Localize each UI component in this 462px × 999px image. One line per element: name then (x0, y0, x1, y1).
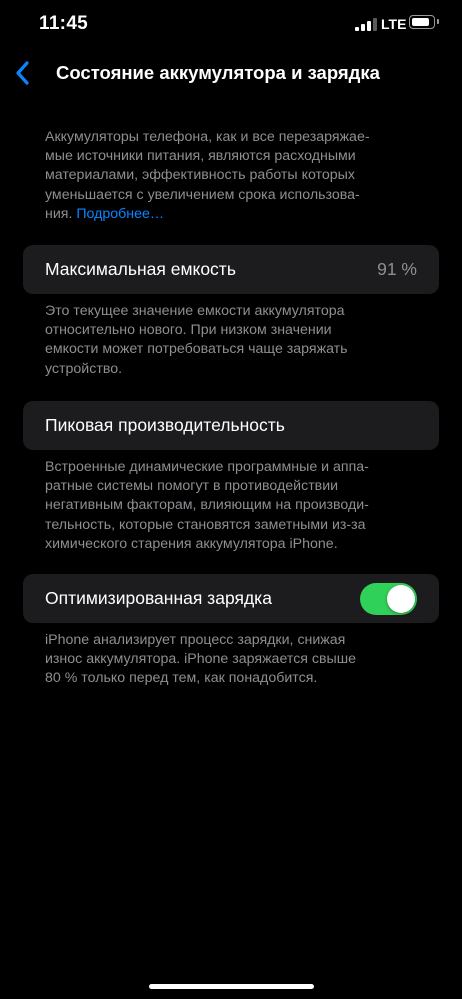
optimized-charging-label: Оптимизированная зарядка (45, 588, 272, 608)
intro-line: уменьшается с увеличением срока использо… (45, 186, 360, 203)
home-indicator[interactable] (149, 984, 314, 989)
page-title: Состояние аккумулятора и зарядка (56, 62, 380, 83)
footer-line: Это текущее значение емкости аккумулятор… (45, 303, 345, 319)
optimized-charging-toggle[interactable] (360, 583, 417, 615)
footer-line: емкости может потребоваться чаще заряжат… (45, 341, 348, 358)
peak-performance-label: Пиковая производительность (45, 415, 285, 435)
optimized-charging-footer: iPhone анализирует процесс зарядки, сниж… (45, 631, 425, 689)
max-capacity-label: Максимальная емкость (45, 259, 236, 279)
battery-level-fill (411, 17, 429, 26)
intro-description: Аккумуляторы телефона, как и все перезар… (45, 128, 425, 224)
intro-line: мые источники питания, являются расходны… (45, 148, 356, 165)
status-time: 11:45 (39, 13, 89, 34)
footer-line: тельность, которые становятся заметными … (45, 516, 366, 533)
footer-line: устройство. (45, 360, 123, 377)
intro-line: Аккумуляторы телефона, как и все перезар… (45, 129, 370, 145)
footer-line: негативным факторам, влияющим на произво… (45, 497, 369, 514)
cellular-signal-icon (355, 17, 377, 31)
battery-icon (409, 15, 439, 29)
footer-line: ратные системы помогут в противодействии (45, 478, 339, 495)
peak-performance-row: Пиковая производительность (23, 401, 439, 450)
footer-line: износ аккумулятора. iPhone заряжается св… (45, 651, 357, 668)
back-chevron-icon[interactable] (10, 56, 36, 90)
footer-line: относительно нового. При низком значении (45, 322, 332, 339)
max-capacity-row: Максимальная емкость 91 % (23, 245, 439, 294)
footer-line: Встроенные динамические программные и ап… (45, 459, 369, 475)
optimized-charging-row: Оптимизированная зарядка (23, 574, 439, 623)
footer-line: iPhone анализирует процесс зарядки, сниж… (45, 632, 346, 648)
intro-line: материалами, эффективность работы которы… (45, 167, 355, 184)
footer-line: химического старения аккумулятора iPhone… (45, 535, 338, 552)
status-bar: 11:45 LTE (0, 0, 462, 50)
network-type-label: LTE (381, 16, 407, 32)
max-capacity-footer: Это текущее значение емкости аккумулятор… (45, 302, 425, 379)
learn-more-link[interactable]: Подробнее… (76, 206, 164, 222)
intro-line: ния. (45, 205, 73, 222)
peak-performance-footer: Встроенные динамические программные и ап… (45, 458, 425, 554)
footer-line: 80 % только перед тем, как понадобится. (45, 670, 318, 687)
toggle-knob (387, 585, 415, 613)
max-capacity-value: 91 % (377, 259, 417, 279)
